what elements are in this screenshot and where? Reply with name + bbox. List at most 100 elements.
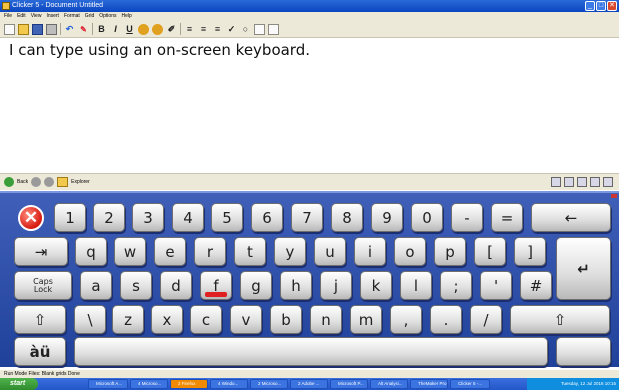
system-tray-clock[interactable]: Tuesday, 12 Jul 2016 10:16 <box>527 378 619 390</box>
speech-bubble-icon[interactable]: ○ <box>240 24 251 35</box>
menu-edit[interactable]: Edit <box>17 12 26 21</box>
taskbar-item[interactable]: 2 Microso... <box>250 379 288 389</box>
view-grid-1-icon[interactable] <box>551 177 561 187</box>
key-apostrophe[interactable]: ' <box>480 271 512 300</box>
key-hash[interactable]: # <box>520 271 552 300</box>
taskbar-item[interactable]: 4 Windo... <box>210 379 248 389</box>
key-w[interactable]: w <box>114 237 146 266</box>
close-keyboard-button[interactable]: ✕ <box>18 205 44 231</box>
highlight-icon[interactable]: ✐ <box>166 24 177 35</box>
key-8[interactable]: 8 <box>331 203 363 232</box>
new-document-icon[interactable] <box>4 23 15 35</box>
key-u[interactable]: u <box>314 237 346 266</box>
taskbar-item[interactable]: Clicker 5 -... <box>450 379 490 389</box>
key-j[interactable]: j <box>320 271 352 300</box>
keyboard-close-strip[interactable] <box>611 194 617 198</box>
key-6[interactable]: 6 <box>251 203 283 232</box>
speak-icon[interactable]: ✎ <box>78 24 89 35</box>
back-label[interactable]: Back <box>17 179 28 185</box>
key-4[interactable]: 4 <box>172 203 204 232</box>
key-z[interactable]: z <box>112 305 144 334</box>
key-right-shift[interactable]: ⇧ <box>510 305 610 334</box>
explorer-label[interactable]: Explorer <box>71 179 90 185</box>
key-3[interactable]: 3 <box>132 203 164 232</box>
forward-arrow-icon[interactable] <box>31 177 42 187</box>
key-2[interactable]: 2 <box>93 203 125 232</box>
key-k[interactable]: k <box>360 271 392 300</box>
minimize-button[interactable]: _ <box>585 1 595 11</box>
menu-view[interactable]: View <box>31 12 42 21</box>
key-c[interactable]: c <box>190 305 222 334</box>
view-grid-5-icon[interactable] <box>603 177 613 187</box>
underline-icon[interactable]: U <box>124 24 135 35</box>
save-icon[interactable] <box>32 23 43 35</box>
key-l[interactable]: l <box>400 271 432 300</box>
grid-icon[interactable] <box>254 23 265 35</box>
key-q[interactable]: q <box>75 237 107 266</box>
taskbar-item[interactable]: TheMaker Pro <box>410 379 448 389</box>
key-right-bracket[interactable]: ] <box>514 237 546 266</box>
close-button[interactable]: ✕ <box>607 1 617 11</box>
undo-icon[interactable]: ↶ <box>64 24 75 35</box>
italic-icon[interactable]: I <box>110 24 121 35</box>
key-g[interactable]: g <box>240 271 272 300</box>
menu-options[interactable]: Options <box>99 12 116 21</box>
spellcheck-icon[interactable]: ✓ <box>226 24 237 35</box>
key-equals[interactable]: = <box>491 203 523 232</box>
taskbar-item[interactable]: Alt Analysi... <box>370 379 408 389</box>
key-d[interactable]: d <box>160 271 192 300</box>
view-grid-3-icon[interactable] <box>577 177 587 187</box>
key-h[interactable]: h <box>280 271 312 300</box>
bold-icon[interactable]: B <box>96 24 107 35</box>
key-left-shift[interactable]: ⇧ <box>14 305 66 334</box>
print-icon[interactable] <box>46 23 57 35</box>
key-t[interactable]: t <box>234 237 266 266</box>
menu-format[interactable]: Format <box>64 12 80 21</box>
key-i[interactable]: i <box>354 237 386 266</box>
key-p[interactable]: p <box>434 237 466 266</box>
back-arrow-icon[interactable] <box>4 177 14 187</box>
key-space[interactable] <box>74 337 548 366</box>
taskbar-item[interactable]: Microsoft A... <box>88 379 128 389</box>
document-area[interactable]: I can type using an on-screen keyboard. <box>0 39 619 171</box>
key-a[interactable]: a <box>80 271 112 300</box>
key-period[interactable]: . <box>430 305 462 334</box>
key-accents[interactable]: àü <box>14 337 66 366</box>
view-grid-2-icon[interactable] <box>564 177 574 187</box>
maximize-button[interactable]: □ <box>596 1 606 11</box>
view-grid-4-icon[interactable] <box>590 177 600 187</box>
explorer-folder-icon[interactable] <box>57 177 69 187</box>
key-left-bracket[interactable]: [ <box>474 237 506 266</box>
key-v[interactable]: v <box>230 305 262 334</box>
key-9[interactable]: 9 <box>371 203 403 232</box>
key-1[interactable]: 1 <box>54 203 86 232</box>
key-backspace[interactable]: ← <box>531 203 611 232</box>
menu-insert[interactable]: Insert <box>46 12 59 21</box>
key-n[interactable]: n <box>310 305 342 334</box>
menu-help[interactable]: Help <box>121 12 131 21</box>
taskbar-item[interactable]: Microsoft P... <box>330 379 368 389</box>
key-f[interactable]: f <box>200 271 232 300</box>
align-right-icon[interactable]: ≡ <box>212 24 223 35</box>
key-e[interactable]: e <box>154 237 186 266</box>
table-icon[interactable] <box>268 23 279 35</box>
home-icon[interactable] <box>44 177 55 187</box>
key-comma[interactable]: , <box>390 305 422 334</box>
picture-icon[interactable] <box>138 23 149 35</box>
key-enter[interactable]: ↵ <box>556 237 611 300</box>
key-o[interactable]: o <box>394 237 426 266</box>
key-s[interactable]: s <box>120 271 152 300</box>
key-0[interactable]: 0 <box>411 203 443 232</box>
key-m[interactable]: m <box>350 305 382 334</box>
menu-grid[interactable]: Grid <box>85 12 94 21</box>
taskbar-item-active[interactable]: 2 Firefox <box>170 379 208 389</box>
align-left-icon[interactable]: ≡ <box>184 24 195 35</box>
open-folder-icon[interactable] <box>18 23 29 35</box>
start-button[interactable]: start <box>0 378 38 390</box>
key-b[interactable]: b <box>270 305 302 334</box>
key-7[interactable]: 7 <box>291 203 323 232</box>
key-slash[interactable]: / <box>470 305 502 334</box>
key-semicolon[interactable]: ; <box>440 271 472 300</box>
key-backslash[interactable]: \ <box>74 305 106 334</box>
key-5[interactable]: 5 <box>211 203 243 232</box>
